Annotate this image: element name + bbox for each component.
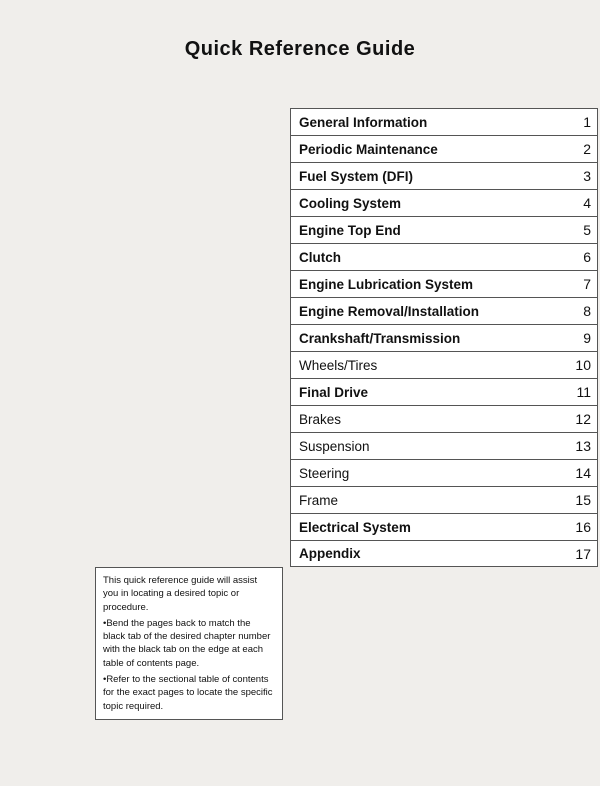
toc-label: General Information: [299, 115, 571, 130]
toc-label: Wheels/Tires: [299, 358, 571, 373]
toc-number: 10: [571, 357, 591, 373]
toc-label: Steering: [299, 466, 571, 481]
toc-label: Engine Lubrication System: [299, 277, 571, 292]
toc-row[interactable]: Engine Top End5: [290, 216, 598, 243]
note-line2: •Bend the pages back to match the black …: [103, 617, 275, 670]
toc-row[interactable]: Fuel System (DFI)3: [290, 162, 598, 189]
toc-row[interactable]: Crankshaft/Transmission9: [290, 324, 598, 351]
toc-label: Engine Top End: [299, 223, 571, 238]
toc-label: Crankshaft/Transmission: [299, 331, 571, 346]
toc-number: 15: [571, 492, 591, 508]
page: Quick Reference Guide General Informatio…: [0, 0, 600, 786]
toc-row[interactable]: Suspension13: [290, 432, 598, 459]
toc-row[interactable]: Final Drive11: [290, 378, 598, 405]
toc-number: 12: [571, 411, 591, 427]
note-line3: •Refer to the sectional table of content…: [103, 673, 275, 713]
toc-label: Fuel System (DFI): [299, 169, 571, 184]
toc-row[interactable]: Brakes12: [290, 405, 598, 432]
toc-label: Brakes: [299, 412, 571, 427]
toc-number: 9: [571, 330, 591, 346]
toc-row[interactable]: Wheels/Tires10: [290, 351, 598, 378]
toc-number: 16: [571, 519, 591, 535]
toc-label: Periodic Maintenance: [299, 142, 571, 157]
toc-number: 8: [571, 303, 591, 319]
toc-number: 4: [571, 195, 591, 211]
toc-number: 14: [571, 465, 591, 481]
toc-label: Frame: [299, 493, 571, 508]
toc-row[interactable]: Engine Lubrication System7: [290, 270, 598, 297]
toc-row[interactable]: Clutch6: [290, 243, 598, 270]
note-line1: This quick reference guide will assist y…: [103, 574, 275, 614]
toc-label: Suspension: [299, 439, 571, 454]
toc-row[interactable]: Appendix17: [290, 540, 598, 567]
toc-label: Final Drive: [299, 385, 571, 400]
toc-row[interactable]: Engine Removal/Installation8: [290, 297, 598, 324]
toc-number: 11: [571, 384, 591, 400]
toc-row[interactable]: Periodic Maintenance2: [290, 135, 598, 162]
toc-number: 5: [571, 222, 591, 238]
toc-number: 17: [571, 546, 591, 562]
toc-label: Electrical System: [299, 520, 571, 535]
toc-label: Clutch: [299, 250, 571, 265]
note-box: This quick reference guide will assist y…: [95, 567, 283, 720]
page-title: Quick Reference Guide: [0, 0, 600, 79]
toc-number: 6: [571, 249, 591, 265]
toc-label: Cooling System: [299, 196, 571, 211]
toc-row[interactable]: Cooling System4: [290, 189, 598, 216]
toc-row[interactable]: Steering14: [290, 459, 598, 486]
toc-number: 3: [571, 168, 591, 184]
toc-number: 13: [571, 438, 591, 454]
toc-label: Engine Removal/Installation: [299, 304, 571, 319]
toc-number: 7: [571, 276, 591, 292]
toc-container: General Information1Periodic Maintenance…: [290, 108, 598, 567]
toc-number: 1: [571, 114, 591, 130]
toc-row[interactable]: Electrical System16: [290, 513, 598, 540]
toc-label: Appendix: [299, 546, 571, 561]
toc-row[interactable]: Frame15: [290, 486, 598, 513]
toc-row[interactable]: General Information1: [290, 108, 598, 135]
toc-number: 2: [571, 141, 591, 157]
